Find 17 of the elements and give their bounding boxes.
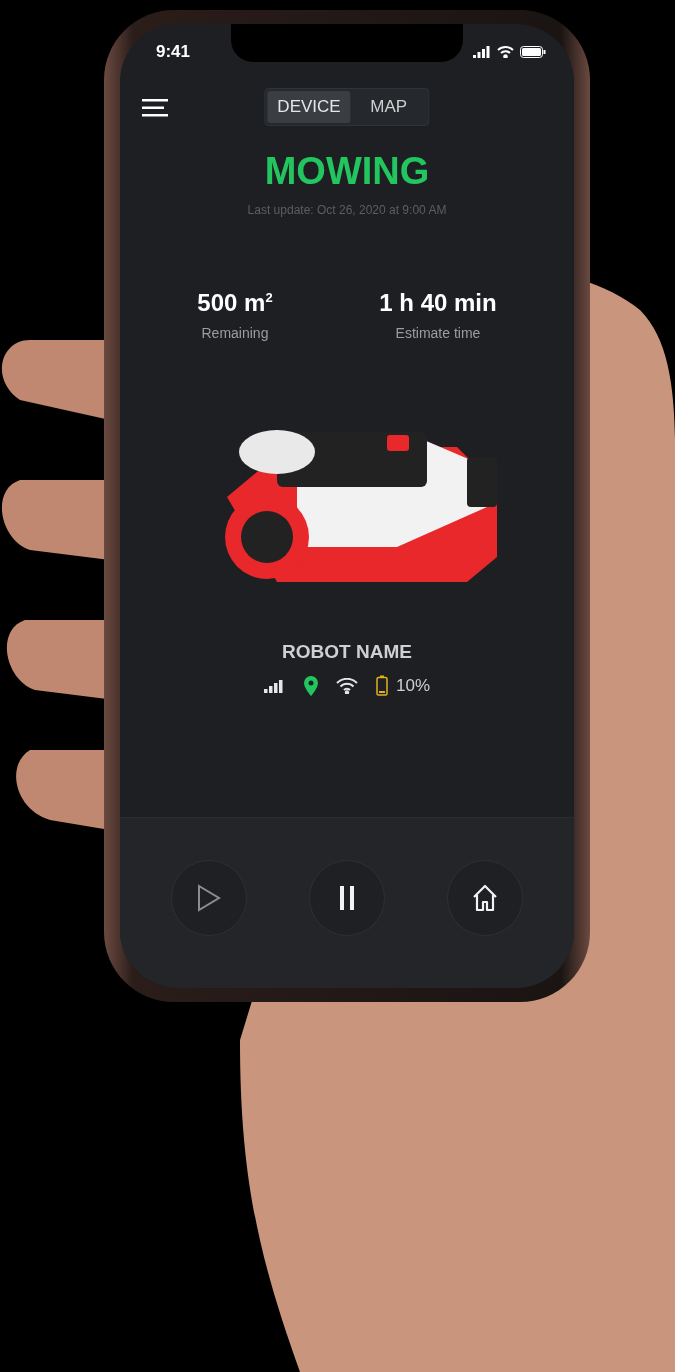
play-icon	[196, 884, 222, 912]
stat-value: 500 m$^{2}$	[197, 289, 273, 317]
menu-icon[interactable]	[142, 99, 168, 117]
battery-percentage: 10%	[396, 675, 430, 696]
tab[interactable]: DEVICE	[267, 91, 351, 123]
pause-icon	[339, 886, 355, 910]
tab[interactable]: MAP	[350, 91, 427, 123]
last-update-text: Last update: Oct 26, 2020 at 9:00 AM	[246, 203, 448, 217]
battery-status-icon	[520, 46, 546, 58]
stat-label: Estimate time	[395, 325, 481, 341]
robot-name: ROBOT NAME	[281, 641, 413, 663]
wifi-status-icon	[497, 46, 514, 58]
mowing-status: MOWING	[263, 150, 431, 193]
stat-label: Remaining	[201, 325, 269, 341]
status-time: 9:41	[156, 42, 191, 62]
cellular-signal-icon	[473, 46, 491, 58]
stat-value: 1 h 40 min	[379, 289, 497, 317]
